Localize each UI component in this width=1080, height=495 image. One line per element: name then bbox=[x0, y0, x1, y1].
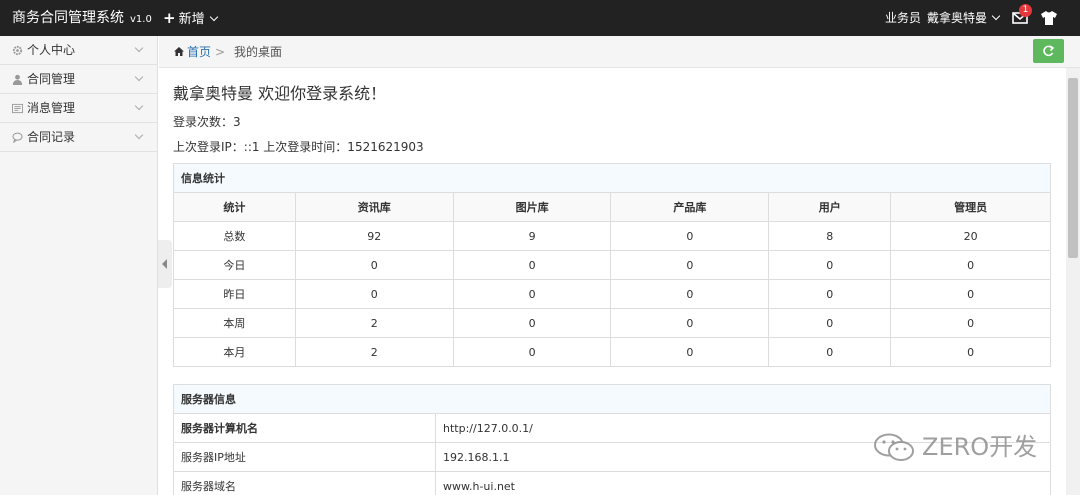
refresh-icon bbox=[1043, 45, 1055, 57]
login-count-text: 登录次数：3 bbox=[173, 115, 241, 129]
home-icon bbox=[174, 47, 184, 56]
table-cell: 0 bbox=[890, 250, 1051, 280]
table-row: 服务器IP地址 192.168.1.1 bbox=[173, 442, 1051, 472]
chevron-down-icon bbox=[209, 12, 218, 22]
message-icon bbox=[12, 103, 23, 114]
table-cell: 0 bbox=[452, 279, 612, 309]
table-cell: 昨日 bbox=[173, 279, 296, 309]
table-cell: 0 bbox=[610, 279, 770, 309]
table-cell: 8 bbox=[768, 221, 892, 251]
table-row: 服务器计算机名 http://127.0.0.1/ bbox=[173, 413, 1051, 443]
last-login-text: 上次登录IP：::1 上次登录时间：1521621903 bbox=[173, 140, 424, 154]
sidebar-item-label: 合同管理 bbox=[27, 72, 76, 86]
table-cell: 2 bbox=[294, 337, 454, 367]
table-cell: 0 bbox=[768, 308, 892, 338]
table-cell: 总数 bbox=[173, 221, 296, 251]
table-cell: 20 bbox=[890, 221, 1051, 251]
add-new-menu[interactable]: + 新增 bbox=[163, 0, 218, 36]
scrollbar-thumb[interactable] bbox=[1068, 78, 1078, 258]
table-row: 本周 2 0 0 0 0 bbox=[173, 308, 1051, 338]
stats-table: 信息统计 统计 资讯库 图片库 产品库 用户 管理员 总数 92 9 0 8 2… bbox=[173, 163, 1051, 367]
sidebar-item-label: 消息管理 bbox=[27, 101, 76, 115]
stats-header-row: 统计 资讯库 图片库 产品库 用户 管理员 bbox=[173, 192, 1051, 222]
refresh-button[interactable] bbox=[1033, 39, 1064, 63]
sidebar-item-label: 合同记录 bbox=[27, 130, 76, 144]
gear-icon bbox=[12, 45, 23, 56]
table-cell: 0 bbox=[610, 308, 770, 338]
sidebar: 个人中心 合同管理 消息管理 合同记录 bbox=[0, 36, 158, 495]
chevron-down-icon bbox=[134, 72, 144, 82]
table-row: 服务器域名 www.h-ui.net bbox=[173, 471, 1051, 495]
triangle-left-icon bbox=[162, 259, 167, 269]
add-new-label: 新增 bbox=[178, 12, 205, 27]
server-info-table: 服务器信息 服务器计算机名 http://127.0.0.1/ 服务器IP地址 … bbox=[173, 384, 1051, 495]
app-title: 商务合同管理系统 bbox=[12, 10, 124, 26]
table-cell: 2 bbox=[294, 308, 454, 338]
table-cell: 0 bbox=[768, 337, 892, 367]
comment-icon bbox=[12, 132, 23, 143]
table-cell: www.h-ui.net bbox=[435, 471, 1051, 495]
user-icon bbox=[12, 74, 23, 85]
wechat-icon bbox=[874, 433, 914, 461]
username-label: 戴拿奥特曼 bbox=[927, 11, 988, 25]
stats-table-title: 信息统计 bbox=[173, 163, 1051, 193]
table-row: 今日 0 0 0 0 0 bbox=[173, 250, 1051, 280]
skin-shirt-icon[interactable] bbox=[1040, 10, 1058, 26]
table-cell: 0 bbox=[890, 337, 1051, 367]
table-cell: 0 bbox=[768, 250, 892, 280]
table-cell: 0 bbox=[294, 279, 454, 309]
table-cell: 0 bbox=[452, 250, 612, 280]
column-header: 资讯库 bbox=[294, 192, 454, 222]
message-count-badge: 1 bbox=[1019, 4, 1032, 17]
breadcrumb: 首页 > 我的桌面 bbox=[159, 36, 1080, 68]
column-header: 产品库 bbox=[610, 192, 770, 222]
table-cell: 本周 bbox=[173, 308, 296, 338]
app-brand[interactable]: 商务合同管理系统 v1.0 bbox=[12, 0, 152, 36]
table-cell: 92 bbox=[294, 221, 454, 251]
watermark-text: ZERO开发 bbox=[922, 433, 1038, 461]
column-header: 用户 bbox=[768, 192, 892, 222]
table-cell: 0 bbox=[768, 279, 892, 309]
table-cell: 本月 bbox=[173, 337, 296, 367]
table-cell: 今日 bbox=[173, 250, 296, 280]
table-cell: 9 bbox=[452, 221, 612, 251]
table-cell: 服务器计算机名 bbox=[173, 413, 436, 443]
breadcrumb-home-link[interactable]: 首页 bbox=[187, 36, 211, 68]
table-cell: 0 bbox=[890, 279, 1051, 309]
sidebar-item-contract-management[interactable]: 合同管理 bbox=[0, 65, 157, 94]
sidebar-collapse-toggle[interactable] bbox=[158, 240, 172, 288]
table-cell: 0 bbox=[610, 337, 770, 367]
user-role: 业务员 bbox=[885, 11, 922, 25]
breadcrumb-separator: > bbox=[215, 45, 226, 59]
column-header: 图片库 bbox=[452, 192, 612, 222]
table-cell: 0 bbox=[294, 250, 454, 280]
table-row: 总数 92 9 0 8 20 bbox=[173, 221, 1051, 251]
breadcrumb-current: 我的桌面 bbox=[234, 45, 283, 59]
column-header: 统计 bbox=[173, 192, 296, 222]
table-cell: 0 bbox=[610, 250, 770, 280]
welcome-heading: 戴拿奥特曼 欢迎你登录系统！ bbox=[173, 84, 387, 103]
table-cell: 0 bbox=[452, 337, 612, 367]
table-cell: 0 bbox=[890, 308, 1051, 338]
sidebar-item-message-management[interactable]: 消息管理 bbox=[0, 94, 157, 123]
server-table-title: 服务器信息 bbox=[173, 384, 1051, 414]
table-cell: 0 bbox=[452, 308, 612, 338]
chevron-down-icon bbox=[134, 101, 144, 111]
table-cell: 服务器IP地址 bbox=[173, 442, 436, 472]
sidebar-item-contract-records[interactable]: 合同记录 bbox=[0, 123, 157, 152]
sidebar-item-personal-center[interactable]: 个人中心 bbox=[0, 36, 157, 65]
top-navbar: 商务合同管理系统 v1.0 + 新增 业务员 戴拿奥特曼 1 bbox=[0, 0, 1080, 36]
chevron-down-icon bbox=[991, 11, 1001, 21]
table-cell: 服务器域名 bbox=[173, 471, 436, 495]
column-header: 管理员 bbox=[890, 192, 1051, 222]
plus-icon: + bbox=[163, 9, 176, 27]
sidebar-item-label: 个人中心 bbox=[27, 43, 76, 57]
user-menu[interactable]: 戴拿奥特曼 bbox=[927, 0, 1001, 36]
table-row: 昨日 0 0 0 0 0 bbox=[173, 279, 1051, 309]
table-row: 本月 2 0 0 0 0 bbox=[173, 337, 1051, 367]
app-version: v1.0 bbox=[130, 14, 152, 25]
chevron-down-icon bbox=[134, 43, 144, 53]
chevron-down-icon bbox=[134, 130, 144, 140]
table-cell: 0 bbox=[610, 221, 770, 251]
